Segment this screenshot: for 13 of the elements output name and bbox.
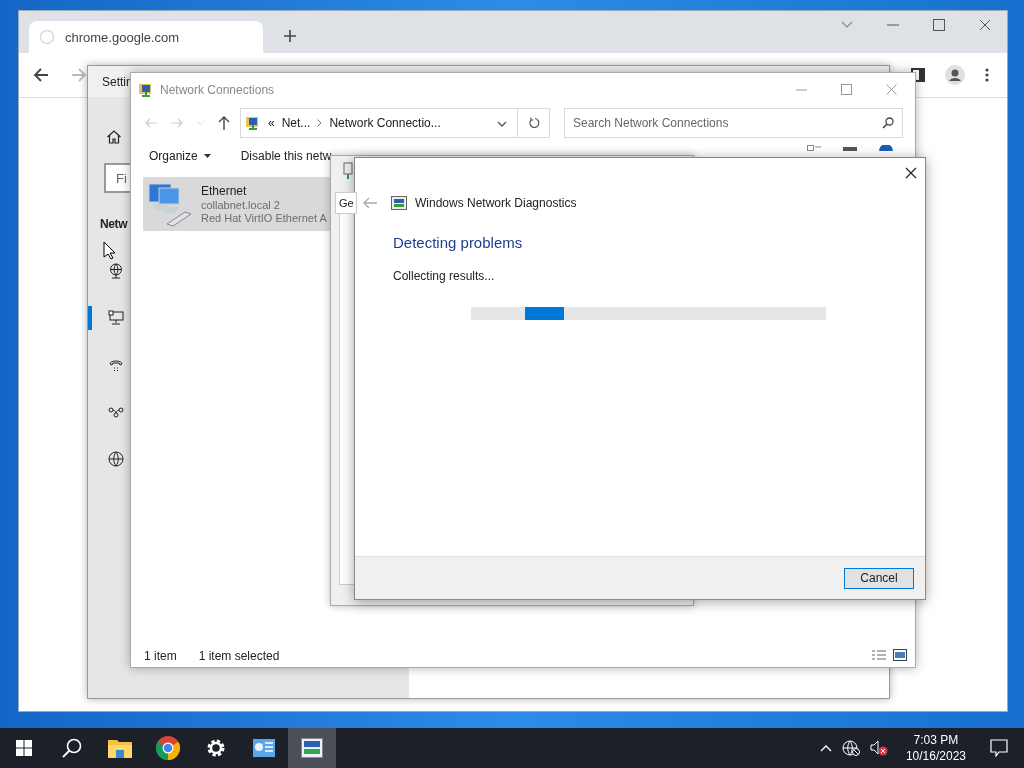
status-text: 1 item selected <box>198 649 280 663</box>
status-text: 1 item <box>144 649 177 663</box>
connection-name: Ethernet <box>201 184 248 198</box>
adapter-name: Red Hat VirtIO Ethernet A <box>201 212 327 224</box>
window-title: Network Connections <box>160 83 275 97</box>
status-text: Collecting results... <box>393 269 496 283</box>
section-heading: Netw <box>100 217 128 231</box>
date-text: 10/16/2023 <box>905 749 966 763</box>
network-name: collabnet.local 2 <box>201 199 281 211</box>
tab-title: chrome.google.com <box>65 29 180 45</box>
heading: Detecting problems <box>393 234 524 251</box>
dialog-title: Windows Network Diagnostics <box>415 196 577 210</box>
time-text: 7:03 PM <box>913 733 959 747</box>
